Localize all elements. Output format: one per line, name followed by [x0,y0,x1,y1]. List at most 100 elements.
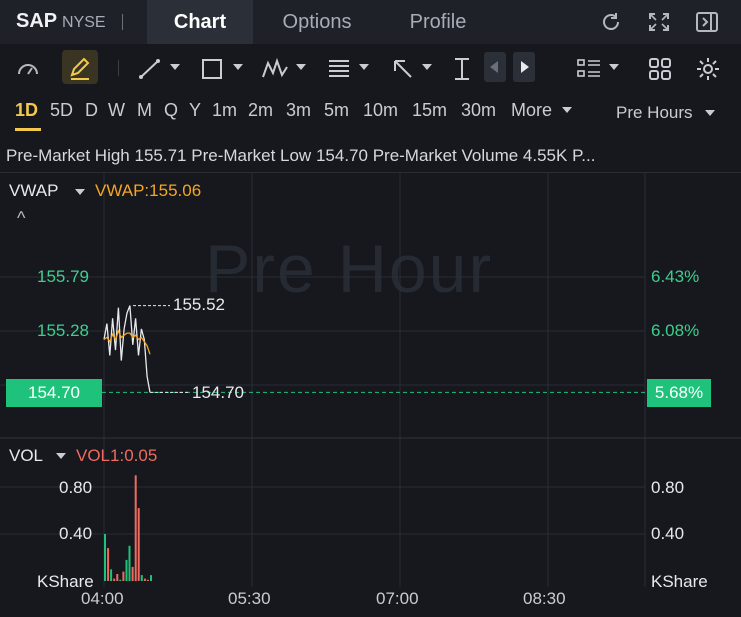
scroll-right-icon [521,61,529,73]
low-marker-label: 154.70 [192,383,244,402]
period-2m[interactable]: 2m [248,100,273,121]
price-tick: 155.79 [37,267,89,286]
scroll-left-button[interactable] [484,52,506,82]
arrow-icon[interactable] [389,54,417,84]
active-period-underline [15,128,41,131]
chevron-down-icon[interactable] [609,64,619,70]
time-tick: 07:00 [376,589,419,608]
volume-bar [104,534,106,581]
volume-bar [128,545,131,582]
indicators-list-icon[interactable] [575,54,603,84]
volume-tick: 0.80 [59,478,93,497]
toolbar-divider [118,60,119,76]
volume-bar [113,578,116,581]
high-value: 155.71 [134,146,187,165]
low-label: Pre-Market Low [191,146,312,165]
volume-bar [122,571,125,581]
chevron-down-icon[interactable] [56,453,66,459]
volume-value: 4.55K [522,146,568,165]
period-w[interactable]: W [108,100,125,121]
high-marker-label: 155.52 [173,295,225,314]
settings-gear-icon[interactable] [694,54,722,84]
period-m[interactable]: M [137,100,152,121]
volume-bar [116,574,119,581]
volume-tick: 0.40 [651,524,685,543]
more-periods-dropdown[interactable]: More [511,100,552,121]
price-chart[interactable] [0,172,741,617]
volume-bar [110,569,113,582]
volume-bars [104,475,152,582]
volume-bar [131,566,134,581]
refresh-icon[interactable] [598,10,624,34]
percent-tick: 6.08% [651,321,700,340]
exchange-label: NYSE [62,14,106,31]
chevron-down-icon[interactable] [233,64,243,70]
period-1m[interactable]: 1m [212,100,237,121]
chevron-down-icon[interactable] [705,110,715,116]
pattern-icon[interactable] [260,54,290,84]
price-line [103,305,151,393]
drawing-toolbar [0,44,741,90]
period-q[interactable]: Q [164,100,178,121]
period-5m[interactable]: 5m [324,100,349,121]
volume-tick: 0.80 [651,478,685,497]
period-15m[interactable]: 15m [412,100,447,121]
period-5d[interactable]: 5D [50,100,73,121]
chevron-down-icon[interactable] [562,107,572,113]
volume-bar [150,575,152,581]
time-tick: 04:00 [81,589,124,608]
period-3m[interactable]: 3m [286,100,311,121]
tab-chart[interactable]: Chart [147,0,253,44]
chart-grid [0,172,741,587]
fib-icon[interactable] [325,54,353,84]
fullscreen-icon[interactable] [646,10,672,34]
chevron-down-icon[interactable] [422,64,432,70]
layout-grid-icon[interactable] [646,54,674,84]
ticker-symbol: SAP [16,10,58,32]
collapse-indicator-icon[interactable]: ^ [17,208,25,229]
vwap-indicator-value: VWAP:155.06 [95,181,202,200]
header-divider [122,14,123,30]
volume-unit: KShare [651,572,708,591]
more-label: More [511,100,553,120]
high-label: Pre-Market High [6,146,130,165]
tab-profile[interactable]: Profile [390,0,486,44]
pre-market-summary: Pre-Market High 155.71 Pre-Market Low 15… [6,146,595,166]
period-1d[interactable]: 1D [15,100,38,121]
period-y[interactable]: Y [189,100,201,121]
low-value: 154.70 [315,146,368,165]
price-tick: 155.28 [37,321,89,340]
period-30m[interactable]: 30m [461,100,496,121]
volume-indicator-value: VOL1:0.05 [76,446,158,465]
volume-bar [146,579,149,581]
chevron-down-icon[interactable] [359,64,369,70]
volume-bar [107,548,110,581]
volume-indicator-name[interactable]: VOL [9,446,43,466]
trend-line-icon[interactable] [136,54,164,84]
time-tick: 05:30 [228,589,271,608]
rectangle-icon[interactable] [198,54,226,84]
current-price-badge: 154.70 [6,379,102,407]
vwap-indicator-name[interactable]: VWAP [9,181,58,201]
chevron-down-icon[interactable] [170,64,180,70]
chart-series [102,305,645,393]
tab-options[interactable]: Options [262,0,372,44]
volume-label: Pre-Market Volume [372,146,519,165]
scroll-left-icon [490,61,498,73]
period-d[interactable]: D [85,100,98,121]
volume-bar [119,579,122,581]
session-label: Pre Hours [616,103,693,122]
measure-icon[interactable] [450,54,474,84]
session-dropdown[interactable]: Pre Hours [616,103,693,123]
chevron-down-icon[interactable] [296,64,306,70]
volume-bar [137,508,140,581]
collapse-panel-icon[interactable] [694,10,720,34]
volume-bar [125,559,128,581]
scroll-right-button[interactable] [513,52,535,82]
volume-tick: 0.40 [59,524,93,543]
draw-pencil-icon[interactable] [66,54,94,84]
chevron-down-icon[interactable] [75,189,85,195]
period-10m[interactable]: 10m [363,100,398,121]
current-percent-badge: 5.68% [647,379,711,407]
gauge-icon[interactable] [14,54,42,84]
